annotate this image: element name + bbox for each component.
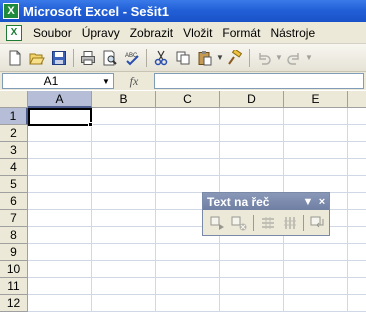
excel-app-icon[interactable]: X	[3, 3, 19, 19]
menu-upravy[interactable]: Úpravy	[77, 26, 125, 40]
toolbar-options-icon[interactable]: ▼	[301, 196, 315, 208]
close-icon[interactable]: ×	[315, 196, 329, 208]
cut-icon[interactable]	[150, 47, 172, 69]
row-header[interactable]: 10	[0, 261, 28, 278]
by-rows-icon[interactable]	[257, 213, 279, 233]
column-header-partial[interactable]	[348, 91, 366, 108]
toolbar-separator	[73, 48, 74, 67]
row-header[interactable]: 6	[0, 193, 28, 210]
redo-dropdown-icon[interactable]: ▼	[305, 47, 313, 69]
row-header[interactable]: 3	[0, 142, 28, 159]
row-header[interactable]: 7	[0, 210, 28, 227]
toolbar-separator	[249, 48, 250, 67]
formula-input[interactable]	[154, 73, 364, 89]
new-icon[interactable]	[4, 47, 26, 69]
text-to-speech-toolbar: Text na řeč ▼ ×	[202, 192, 330, 236]
active-cell-a1[interactable]	[28, 108, 92, 126]
text-to-speech-titlebar[interactable]: Text na řeč ▼ ×	[203, 193, 329, 210]
name-box-value: A1	[43, 74, 59, 88]
open-icon[interactable]	[26, 47, 48, 69]
by-columns-icon[interactable]	[279, 213, 301, 233]
undo-dropdown-icon[interactable]: ▼	[275, 47, 283, 69]
row-header[interactable]: 12	[0, 295, 28, 312]
text-to-speech-buttons	[203, 210, 329, 235]
row-header[interactable]: 1	[0, 108, 28, 125]
format-painter-icon[interactable]	[224, 47, 246, 69]
text-to-speech-title: Text na řeč	[207, 194, 270, 209]
redo-icon[interactable]	[283, 47, 305, 69]
paste-icon[interactable]	[194, 47, 216, 69]
column-header[interactable]: C	[156, 91, 220, 108]
print-icon[interactable]	[77, 47, 99, 69]
formula-bar: A1 ▼ fx	[0, 72, 366, 90]
print-preview-icon[interactable]	[99, 47, 121, 69]
menu-soubor[interactable]: Soubor	[28, 26, 77, 40]
row-header[interactable]: 5	[0, 176, 28, 193]
row-header[interactable]: 4	[0, 159, 28, 176]
menu-nastroje[interactable]: Nástroje	[265, 26, 320, 40]
menu-zobrazit[interactable]: Zobrazit	[125, 26, 178, 40]
window-title: Microsoft Excel - Sešit1	[23, 3, 169, 19]
toolbar-separator	[146, 48, 147, 67]
insert-function-icon[interactable]: fx	[114, 74, 154, 89]
title-bar: X Microsoft Excel - Sešit1	[0, 0, 366, 22]
toolbar-separator	[253, 214, 255, 231]
column-header[interactable]: E	[284, 91, 348, 108]
column-header[interactable]: A	[28, 91, 92, 108]
menu-bar: X Soubor Úpravy Zobrazit Vložit Formát N…	[0, 22, 366, 44]
save-icon[interactable]	[48, 47, 70, 69]
toolbar-separator	[303, 214, 305, 231]
column-header[interactable]: D	[220, 91, 284, 108]
spelling-icon[interactable]: ABC	[121, 47, 143, 69]
stop-speaking-icon[interactable]	[229, 213, 251, 233]
select-all-button[interactable]	[0, 91, 28, 108]
menu-format[interactable]: Formát	[217, 26, 265, 40]
speak-on-enter-icon[interactable]	[307, 213, 329, 233]
undo-icon[interactable]	[253, 47, 275, 69]
paste-dropdown-icon[interactable]: ▼	[216, 47, 224, 69]
copy-icon[interactable]	[172, 47, 194, 69]
row-header[interactable]: 11	[0, 278, 28, 295]
chevron-down-icon[interactable]: ▼	[99, 74, 113, 88]
workbook-icon[interactable]: X	[6, 24, 22, 41]
row-header[interactable]: 9	[0, 244, 28, 261]
fill-handle[interactable]	[88, 122, 93, 127]
menu-vlozit[interactable]: Vložit	[178, 26, 217, 40]
standard-toolbar: ABC ▼ ▼ ▼	[0, 44, 366, 72]
row-header[interactable]: 2	[0, 125, 28, 142]
row-header[interactable]: 8	[0, 227, 28, 244]
name-box[interactable]: A1 ▼	[2, 73, 114, 89]
speak-cells-icon[interactable]	[207, 213, 229, 233]
column-header[interactable]: B	[92, 91, 156, 108]
